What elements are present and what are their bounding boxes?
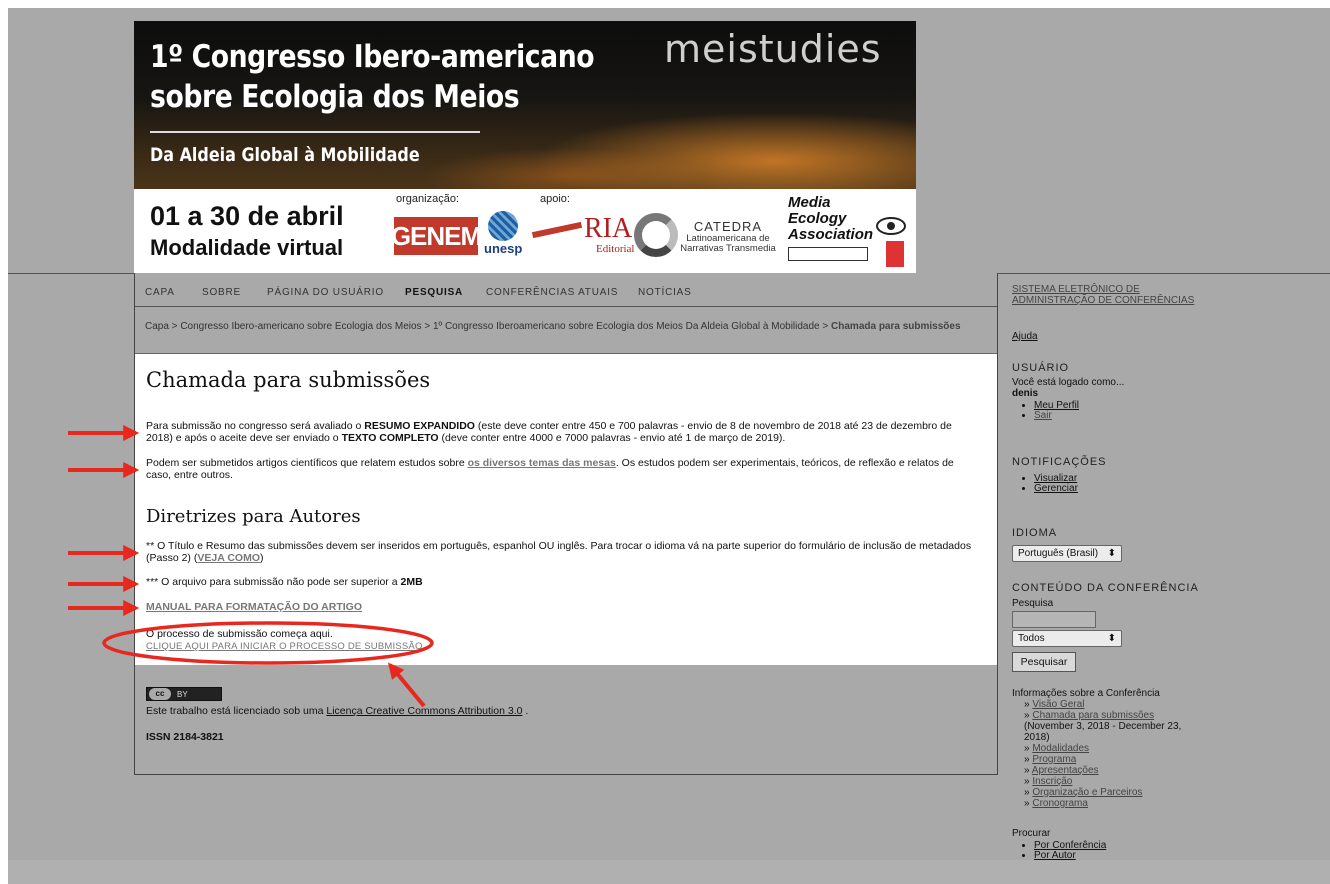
select-arrows-icon: ⬍ [1107, 548, 1116, 559]
search-input[interactable] [1012, 611, 1096, 628]
browse-by-title-link[interactable]: Por título [1034, 860, 1074, 871]
cc-icon: cc [149, 688, 171, 700]
language-heading: IDIOMA [1012, 527, 1058, 539]
start-submission-link[interactable]: CLIQUE AQUI PARA INICIAR O PROCESSO DE S… [146, 641, 423, 652]
user-heading: USUÁRIO [1012, 362, 1070, 374]
top-navigation: CAPA SOBRE PÁGINA DO USUÁRIO PESQUISA CO… [135, 273, 997, 307]
call-dates: (November 3, 2018 - December 23, 2018) [1024, 721, 1182, 743]
eye-logo-icon [876, 217, 906, 235]
modalities-link[interactable]: Modalidades [1032, 743, 1089, 754]
manual-link[interactable]: MANUAL PARA FORMATAÇÃO DO ARTIGO [146, 601, 362, 613]
genem-logo: GENEM [391, 217, 482, 255]
breadcrumb-capa[interactable]: Capa [145, 321, 169, 332]
license-text: Este trabalho está licenciado sob uma Li… [146, 705, 529, 717]
guideline-idioma: ** O Título e Resumo das submissões deve… [146, 540, 972, 564]
system-link[interactable]: SISTEMA ELETRÔNICO DE ADMINISTRAÇÃO DE C… [1012, 284, 1194, 306]
presentations-link[interactable]: Apresentações [1032, 765, 1099, 776]
language-select[interactable]: Português (Brasil) ⬍ [1012, 545, 1122, 562]
process-paragraph: O processo de submissão começa aqui. CLI… [146, 628, 972, 653]
username: denis [1012, 388, 1039, 399]
banner-title: 1º Congresso Ibero-americano sobre Ecolo… [150, 39, 595, 115]
nav-conferencias-atuais[interactable]: CONFERÊNCIAS ATUAIS [486, 287, 618, 298]
license-link[interactable]: Licença Creative Commons Attribution 3.0 [326, 705, 522, 717]
banner-sponsors: 01 a 30 de abril Modalidade virtual orga… [134, 189, 916, 273]
help-block: Ajuda [1012, 331, 1212, 342]
page-title: Chamada para submissões [146, 368, 431, 392]
nav-sobre[interactable]: SOBRE [202, 287, 241, 298]
media-ecology-association-logo: Media Ecology Association [788, 194, 874, 243]
browse-links: Por Conferência Por Autor Por título [1012, 841, 1212, 871]
manage-notifications-link[interactable]: Gerenciar [1034, 483, 1078, 494]
nav-pagina-do-usuario[interactable]: PÁGINA DO USUÁRIO [267, 287, 384, 298]
program-link[interactable]: Programa [1032, 754, 1076, 765]
paragraph-resumo: Para submissão no congresso será avaliad… [146, 420, 952, 444]
user-links: Meu Perfil Sair [1012, 401, 1212, 421]
organization-label: organização: [396, 193, 459, 205]
banner-image: 1º Congresso Ibero-americano sobre Ecolo… [134, 21, 916, 189]
conference-banner: 1º Congresso Ibero-americano sobre Ecolo… [134, 21, 916, 273]
schedule-link[interactable]: Cronograma [1032, 798, 1088, 809]
conference-info-block: Informações sobre a Conferência » Visão … [1012, 688, 1212, 809]
manual-paragraph: MANUAL PARA FORMATAÇÃO DO ARTIGO [146, 601, 972, 613]
browse-heading: Procurar [1012, 828, 1051, 839]
notifications-heading: NOTIFICAÇÕES [1012, 456, 1107, 468]
system-link-block: SISTEMA ELETRÔNICO DE ADMINISTRAÇÃO DE C… [1012, 284, 1212, 306]
red-logo-icon [886, 241, 904, 267]
organization-link[interactable]: Organização e Parceiros [1032, 787, 1142, 798]
conference-content-block: CONTEÚDO DA CONFERÊNCIA Pesquisa Todos ⬍… [1012, 582, 1212, 672]
paragraph-artigos: Podem ser submetidos artigos científicos… [146, 457, 954, 481]
footer: cc BY Este trabalho está licenciado sob … [135, 665, 997, 775]
mea-logo-box [788, 247, 868, 261]
creative-commons-badge[interactable]: cc BY [146, 687, 222, 701]
process-text: O processo de submissão começa aqui. [146, 628, 333, 640]
conference-content-heading: CONTEÚDO DA CONFERÊNCIA [1012, 582, 1199, 594]
catedra-logo: CATEDRA Latinoamericana de Narrativas Tr… [680, 219, 776, 254]
unesp-logo: unesp [482, 211, 524, 257]
notifications-block: NOTIFICAÇÕES Visualizar Gerenciar [1012, 456, 1212, 494]
page-background: 1º Congresso Ibero-americano sobre Ecolo… [8, 8, 1330, 884]
search-button[interactable]: Pesquisar [1012, 652, 1076, 672]
browse-by-author-link[interactable]: Por Autor [1034, 850, 1076, 861]
help-link[interactable]: Ajuda [1012, 331, 1038, 342]
temas-das-mesas-link[interactable]: os diversos temas das mesas [468, 457, 616, 469]
registration-link[interactable]: Inscrição [1032, 776, 1072, 787]
main-content: Chamada para submissões Para submissão n… [135, 353, 997, 665]
browse-block: Procurar Por Conferência Por Autor Por t… [1012, 828, 1212, 871]
by-icon: BY [177, 689, 188, 699]
catedra-logo-icon [634, 213, 678, 257]
guideline-tamanho: *** O arquivo para submissão não pode se… [146, 576, 423, 588]
logged-as-text: Você está logado como... [1012, 377, 1125, 388]
banner-divider [150, 131, 480, 133]
user-block: USUÁRIO Você está logado como... denis M… [1012, 362, 1212, 421]
banner-subtitle: Da Aldeia Global à Mobilidade [150, 144, 420, 166]
search-label: Pesquisa [1012, 598, 1054, 609]
overview-link[interactable]: Visão Geral [1032, 699, 1084, 710]
select-arrows-icon: ⬍ [1107, 633, 1116, 644]
banner-modality: Modalidade virtual [150, 235, 344, 260]
support-label: apoio: [540, 193, 570, 205]
breadcrumb-congresso[interactable]: Congresso Ibero-americano sobre Ecologia… [180, 321, 421, 332]
breadcrumb: Capa > Congresso Ibero-americano sobre E… [145, 321, 961, 332]
conference-info-links: » Visão Geral » Chamada para submissões … [1012, 699, 1212, 809]
ria-editorial-logo: RIA Editorial [531, 211, 642, 257]
breadcrumb-edicao[interactable]: 1º Congresso Iberoamericano sobre Ecolog… [433, 321, 820, 332]
banner-brand: meistudies [664, 27, 882, 71]
nav-pesquisa[interactable]: PESQUISA [405, 287, 463, 298]
banner-date: 01 a 30 de abril [150, 201, 344, 231]
conference-info-heading: Informações sobre a Conferência [1012, 688, 1160, 699]
breadcrumb-current: Chamada para submissões [831, 321, 961, 332]
issn: ISSN 2184-3821 [146, 731, 224, 743]
call-for-submissions-link[interactable]: Chamada para submissões [1032, 710, 1154, 721]
veja-como-link[interactable]: VEJA COMO [197, 552, 260, 564]
main-panel: CAPA SOBRE PÁGINA DO USUÁRIO PESQUISA CO… [134, 273, 998, 775]
notification-links: Visualizar Gerenciar [1012, 474, 1212, 494]
language-block: IDIOMA Português (Brasil) ⬍ [1012, 527, 1212, 562]
search-scope-select[interactable]: Todos ⬍ [1012, 630, 1122, 647]
section-heading: Diretrizes para Autores [146, 506, 361, 527]
nav-capa[interactable]: CAPA [145, 287, 175, 298]
logout-link[interactable]: Sair [1034, 410, 1052, 421]
nav-noticias[interactable]: NOTÍCIAS [638, 287, 692, 298]
